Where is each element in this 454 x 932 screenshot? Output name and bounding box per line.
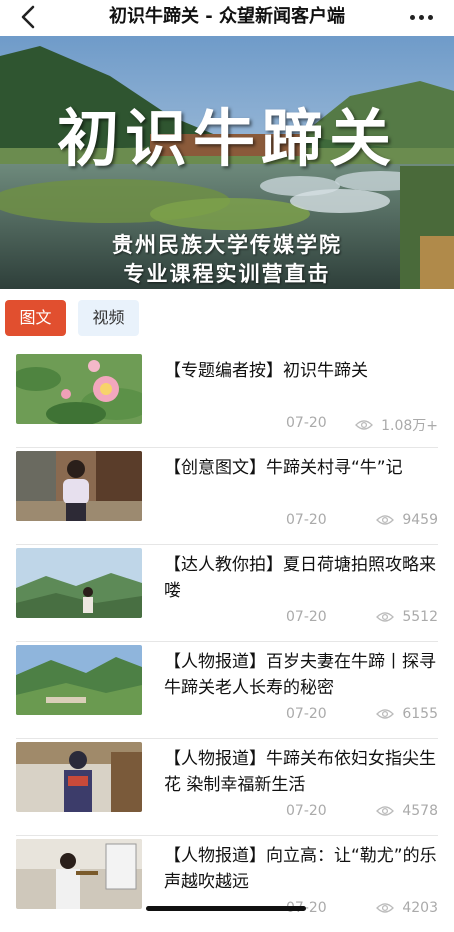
more-dot bbox=[418, 14, 424, 20]
article-thumbnail bbox=[16, 548, 142, 618]
eye-icon bbox=[376, 709, 395, 719]
article-date: 07-20 bbox=[286, 609, 327, 625]
article-title: 【人物报道】向立高：让“勒尤”的乐声越吹越远 bbox=[164, 846, 437, 892]
page-title: 初识牛蹄关 - 众望新闻客户端 bbox=[108, 6, 345, 27]
article-item[interactable]: 【创意图文】牛蹄关村寻“牛”记 07-20 9459 bbox=[16, 447, 438, 545]
article-views: 4203 bbox=[376, 900, 438, 916]
chevron-left-icon bbox=[21, 5, 35, 29]
tab-video[interactable]: 视频 bbox=[78, 300, 139, 336]
more-dot bbox=[427, 14, 433, 20]
article-title: 【人物报道】牛蹄关布依妇女指尖生花 染制幸福新生活 bbox=[164, 749, 436, 795]
tab-image-text[interactable]: 图文 bbox=[5, 300, 66, 336]
article-date: 07-20 bbox=[286, 512, 327, 528]
more-dots-icon bbox=[409, 14, 415, 20]
eye-icon bbox=[376, 612, 395, 622]
eye-icon bbox=[376, 806, 395, 816]
banner-subtitle-1: 贵州民族大学传媒学院 bbox=[112, 233, 342, 257]
view-count: 9459 bbox=[402, 512, 438, 528]
eye-icon bbox=[355, 420, 374, 430]
article-thumbnail bbox=[16, 839, 142, 909]
article-views: 9459 bbox=[376, 512, 438, 528]
eye-icon bbox=[376, 903, 395, 913]
article-thumbnail bbox=[16, 742, 142, 812]
hero-banner[interactable]: 初识牛蹄关 贵州民族大学传媒学院 专业课程实训营直击 bbox=[0, 36, 454, 289]
article-title: 【达人教你拍】夏日荷塘拍照攻略来喽 bbox=[164, 555, 436, 601]
article-item[interactable]: 【人物报道】百岁夫妻在牛蹄丨探寻牛蹄关老人长寿的秘密 07-20 6155 bbox=[16, 641, 438, 739]
article-item[interactable]: 【人物报道】向立高：让“勒尤”的乐声越吹越远 07-20 4203 bbox=[16, 835, 438, 932]
content-tabs: 图文 视频 bbox=[0, 300, 454, 338]
article-views: 4578 bbox=[376, 803, 438, 819]
home-indicator[interactable] bbox=[146, 906, 306, 911]
article-item[interactable]: 【达人教你拍】夏日荷塘拍照攻略来喽 07-20 5512 bbox=[16, 544, 438, 642]
banner-subtitle-2: 专业课程实训营直击 bbox=[123, 262, 331, 286]
article-views: 5512 bbox=[376, 609, 438, 625]
view-count: 4203 bbox=[402, 900, 438, 916]
article-thumbnail bbox=[16, 645, 142, 715]
view-count: 5512 bbox=[402, 609, 438, 625]
article-date: 07-20 bbox=[286, 415, 327, 431]
more-button[interactable] bbox=[404, 4, 438, 30]
view-count: 1.08万+ bbox=[381, 418, 438, 434]
article-item[interactable]: 【专题编者按】初识牛蹄关 07-20 1.08万+ bbox=[16, 350, 438, 448]
article-thumbnail bbox=[16, 354, 142, 424]
article-date: 07-20 bbox=[286, 803, 327, 819]
article-views: 1.08万+ bbox=[355, 415, 438, 435]
view-count: 6155 bbox=[402, 706, 438, 722]
article-thumbnail bbox=[16, 451, 142, 521]
back-button[interactable] bbox=[14, 4, 42, 30]
article-title: 【创意图文】牛蹄关村寻“牛”记 bbox=[164, 458, 403, 478]
top-bar: 初识牛蹄关 - 众望新闻客户端 bbox=[0, 0, 454, 34]
eye-icon bbox=[376, 515, 395, 525]
article-title: 【专题编者按】初识牛蹄关 bbox=[164, 361, 368, 381]
article-views: 6155 bbox=[376, 706, 438, 722]
article-item[interactable]: 【人物报道】牛蹄关布依妇女指尖生花 染制幸福新生活 07-20 4578 bbox=[16, 738, 438, 836]
banner-title: 初识牛蹄关 bbox=[56, 102, 397, 175]
view-count: 4578 bbox=[402, 803, 438, 819]
article-title: 【人物报道】百岁夫妻在牛蹄丨探寻牛蹄关老人长寿的秘密 bbox=[164, 652, 436, 698]
article-date: 07-20 bbox=[286, 706, 327, 722]
